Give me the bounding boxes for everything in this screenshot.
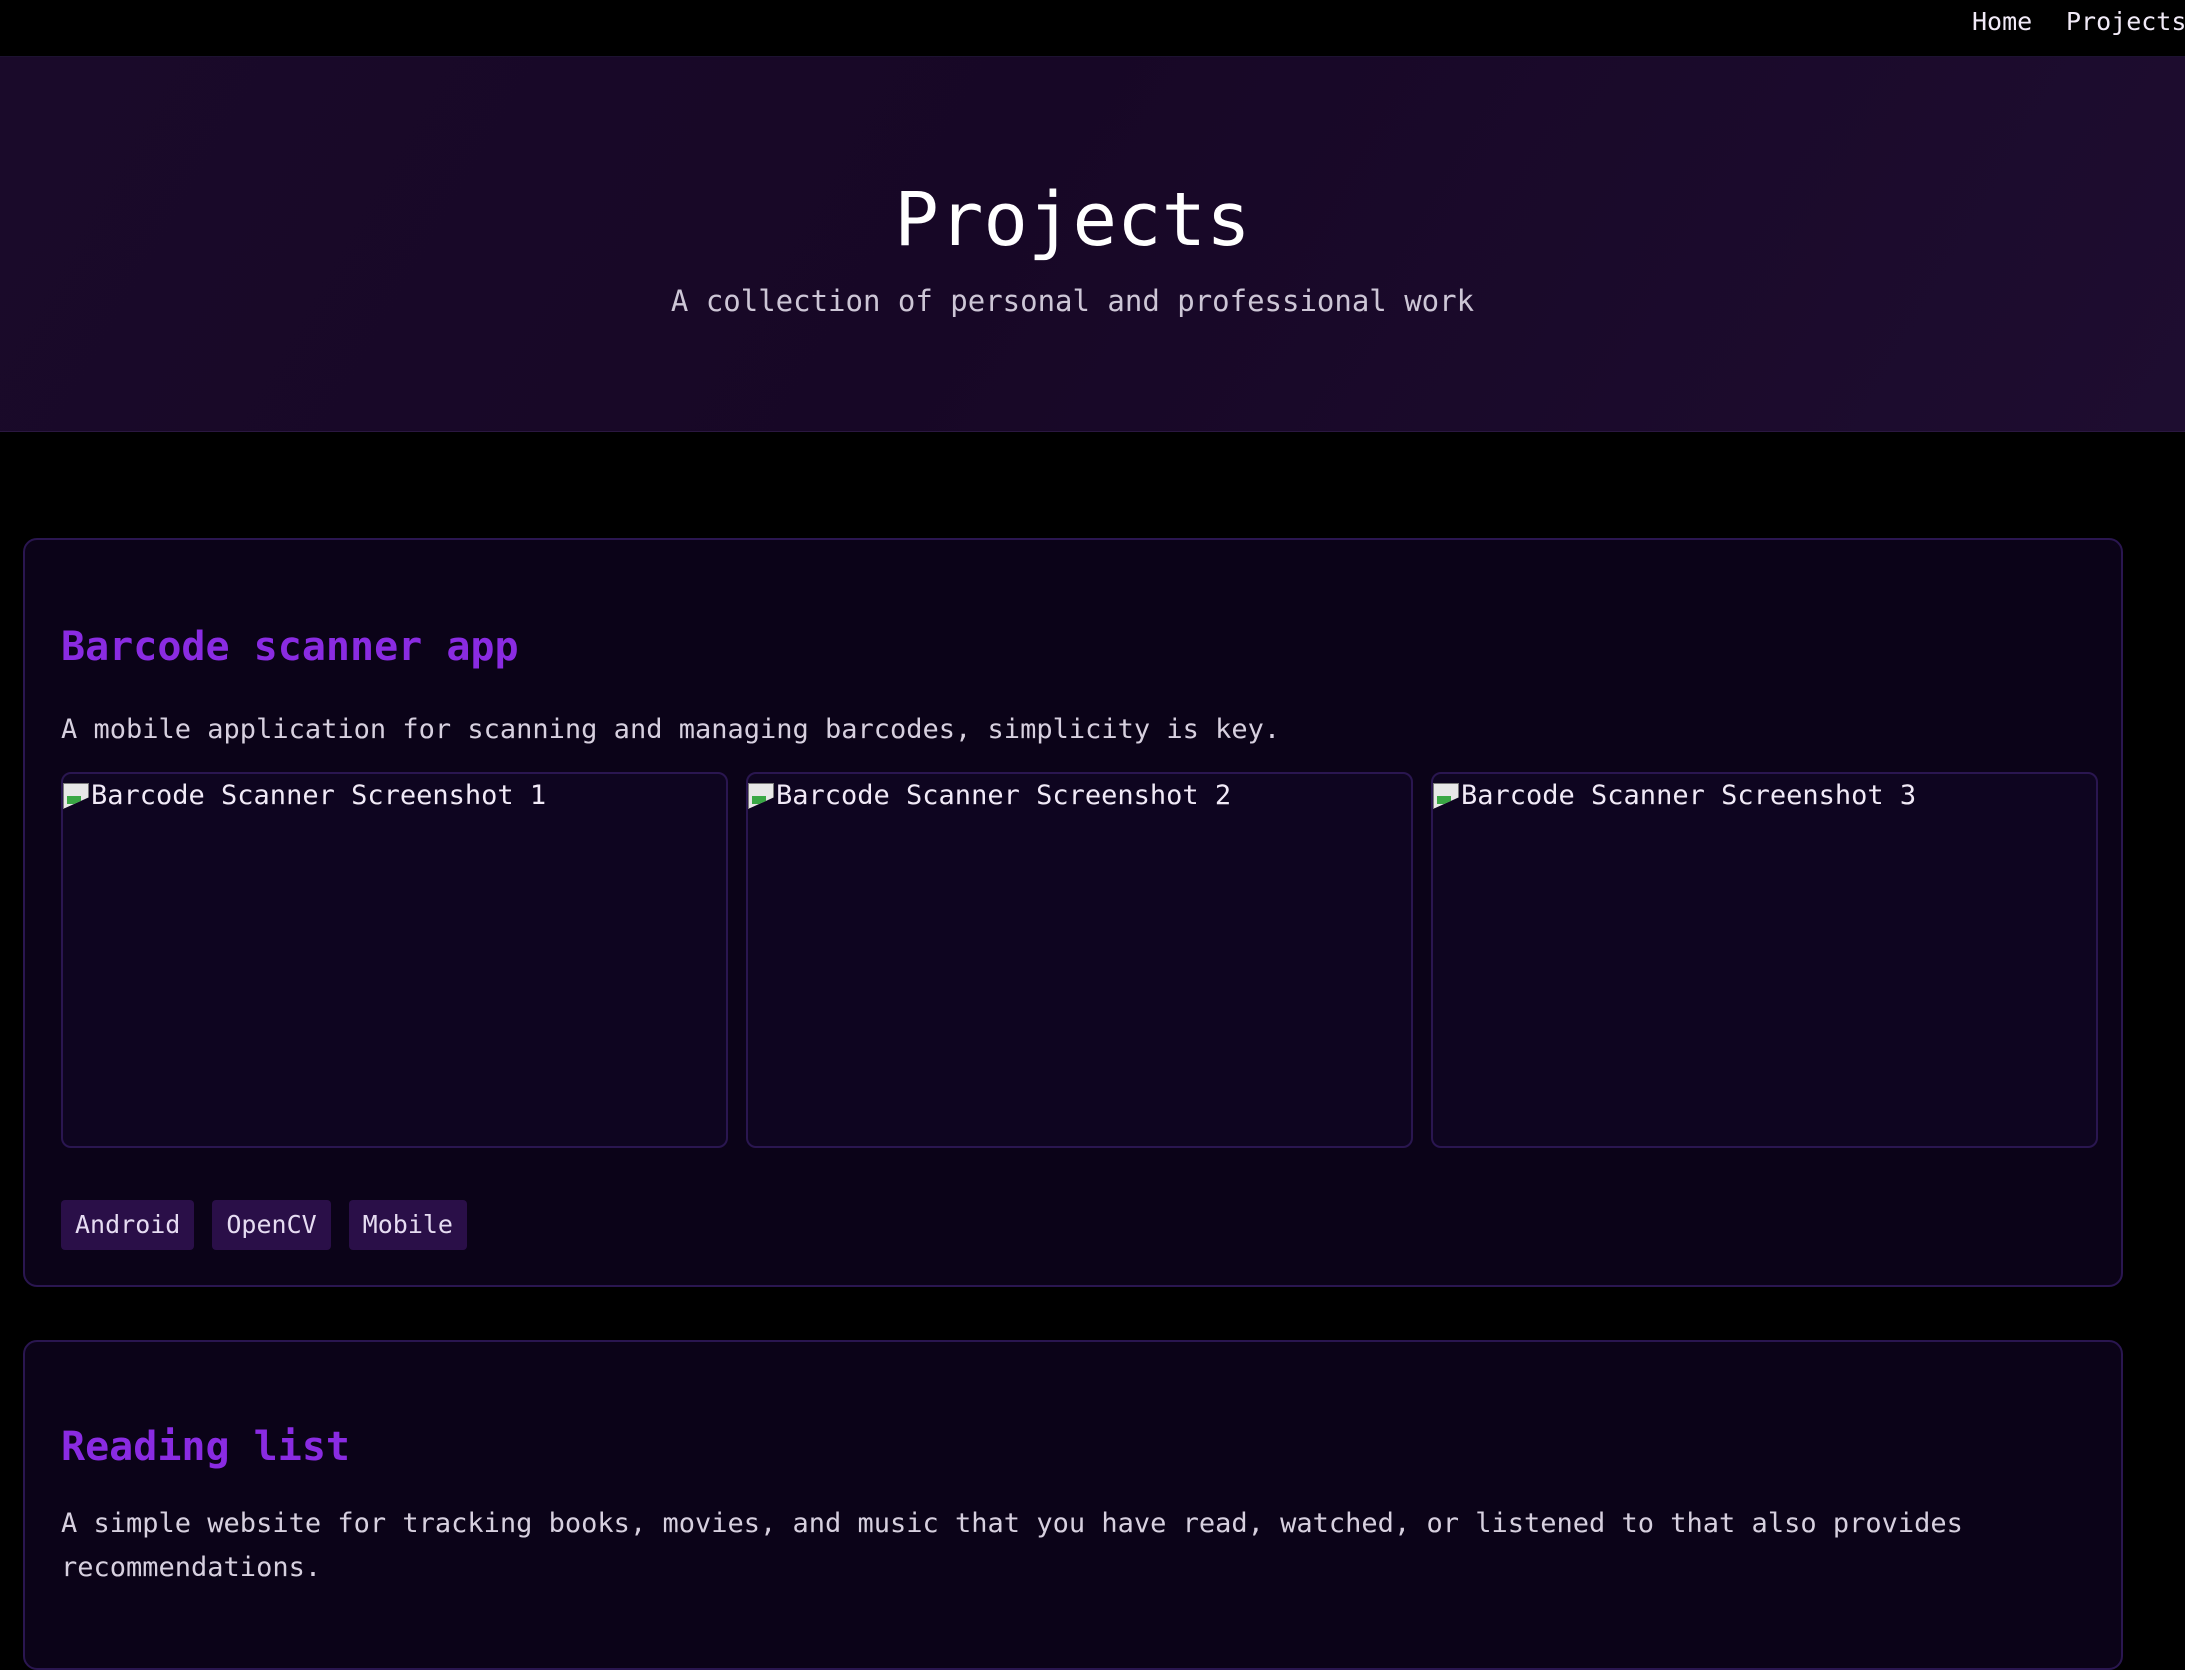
screenshot-1[interactable]: Barcode Scanner Screenshot 1 <box>61 772 728 1148</box>
project-description: A simple website for tracking books, mov… <box>61 1508 1963 1583</box>
screenshot-alt-text-3: Barcode Scanner Screenshot 3 <box>1433 780 1916 812</box>
project-card-reading-list: Reading list A simple website for tracki… <box>23 1340 2123 1670</box>
page-subtitle: A collection of personal and professiona… <box>670 284 1475 318</box>
project-card-barcode-scanner: Barcode scanner app A mobile application… <box>23 538 2123 1287</box>
screenshot-3-label: Barcode Scanner Screenshot 3 <box>1461 780 1917 811</box>
screenshot-gallery[interactable]: Barcode Scanner Screenshot 1 Barcode Sca… <box>61 772 2114 1148</box>
broken-image-icon <box>63 783 89 809</box>
screenshot-alt-text-2: Barcode Scanner Screenshot 2 <box>748 780 1231 812</box>
project-description: A mobile application for scanning and ma… <box>61 714 1281 745</box>
screenshot-3[interactable]: Barcode Scanner Screenshot 3 <box>1431 772 2098 1148</box>
broken-image-icon <box>1433 783 1459 809</box>
nav-link-home[interactable]: Home <box>1972 8 2032 36</box>
nav-link-projects[interactable]: Projects <box>2066 8 2185 36</box>
project-title: Barcode scanner app <box>61 624 519 670</box>
broken-image-icon <box>748 783 774 809</box>
tag-mobile: Mobile <box>348 1200 467 1250</box>
tag-opencv: OpenCV <box>212 1200 331 1250</box>
screenshot-2-label: Barcode Scanner Screenshot 2 <box>776 780 1232 811</box>
project-title: Reading list <box>61 1424 350 1470</box>
hero-banner: Projects A collection of personal and pr… <box>0 57 2185 432</box>
top-navigation: Home Projects <box>0 0 2185 57</box>
tag-list: Android OpenCV Mobile <box>61 1200 467 1250</box>
screenshot-2[interactable]: Barcode Scanner Screenshot 2 <box>746 772 1413 1148</box>
page-title: Projects <box>894 177 1251 263</box>
tag-android: Android <box>61 1200 195 1250</box>
screenshot-alt-text-1: Barcode Scanner Screenshot 1 <box>63 780 546 812</box>
screenshot-1-label: Barcode Scanner Screenshot 1 <box>91 780 547 811</box>
